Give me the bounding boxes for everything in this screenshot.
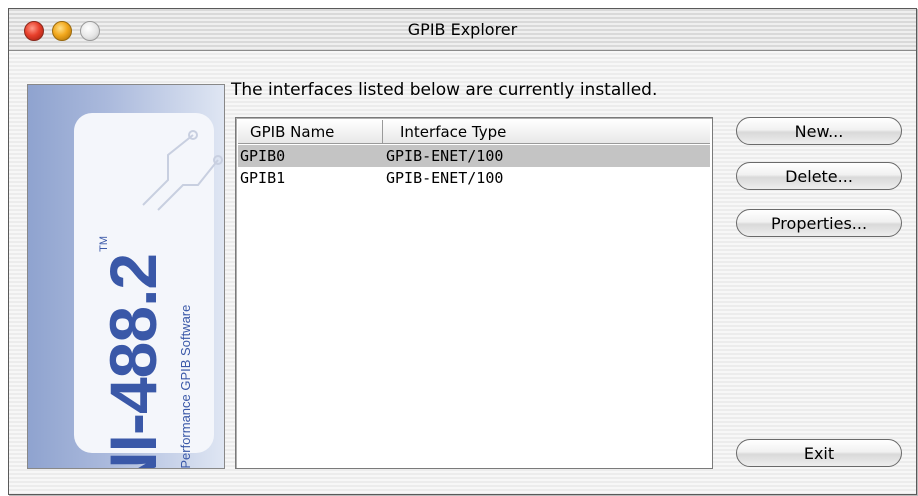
table-row[interactable]: GPIB1 GPIB-ENET/100 xyxy=(238,167,710,189)
row-interface-type: GPIB-ENET/100 xyxy=(386,169,504,187)
interfaces-table[interactable]: GPIB Name Interface Type GPIB0 GPIB-ENET… xyxy=(235,117,713,469)
banner-subtitle: High Performance GPIB Software xyxy=(178,304,193,469)
ni-488-logo: NI-488.2TM xyxy=(96,235,170,469)
window-title: GPIB Explorer xyxy=(407,20,518,39)
ni-488-banner: NI-488.2TM High Performance GPIB Softwar… xyxy=(27,84,225,469)
instruction-text: The interfaces listed below are currentl… xyxy=(231,80,658,100)
exit-button[interactable]: Exit xyxy=(736,439,902,467)
logo-text: NI-488.2 xyxy=(96,253,170,469)
table-row[interactable]: GPIB0 GPIB-ENET/100 xyxy=(238,145,710,167)
row-interface-type: GPIB-ENET/100 xyxy=(386,147,504,165)
column-header-interface-type[interactable]: Interface Type xyxy=(383,120,714,144)
column-header-gpib-name[interactable]: GPIB Name xyxy=(238,120,383,144)
row-gpib-name: GPIB0 xyxy=(240,147,286,165)
circuit-decoration-icon xyxy=(138,125,224,215)
table-header: GPIB Name Interface Type xyxy=(238,120,710,144)
title-bar[interactable]: GPIB Explorer xyxy=(9,9,916,51)
new-button[interactable]: New... xyxy=(736,117,902,145)
delete-button[interactable]: Delete... xyxy=(736,162,902,190)
trademark: TM xyxy=(98,235,110,252)
row-gpib-name: GPIB1 xyxy=(240,169,286,187)
properties-button[interactable]: Properties... xyxy=(736,209,902,237)
gpib-explorer-window: GPIB Explorer NI-488.2TM High Performanc… xyxy=(8,8,917,495)
